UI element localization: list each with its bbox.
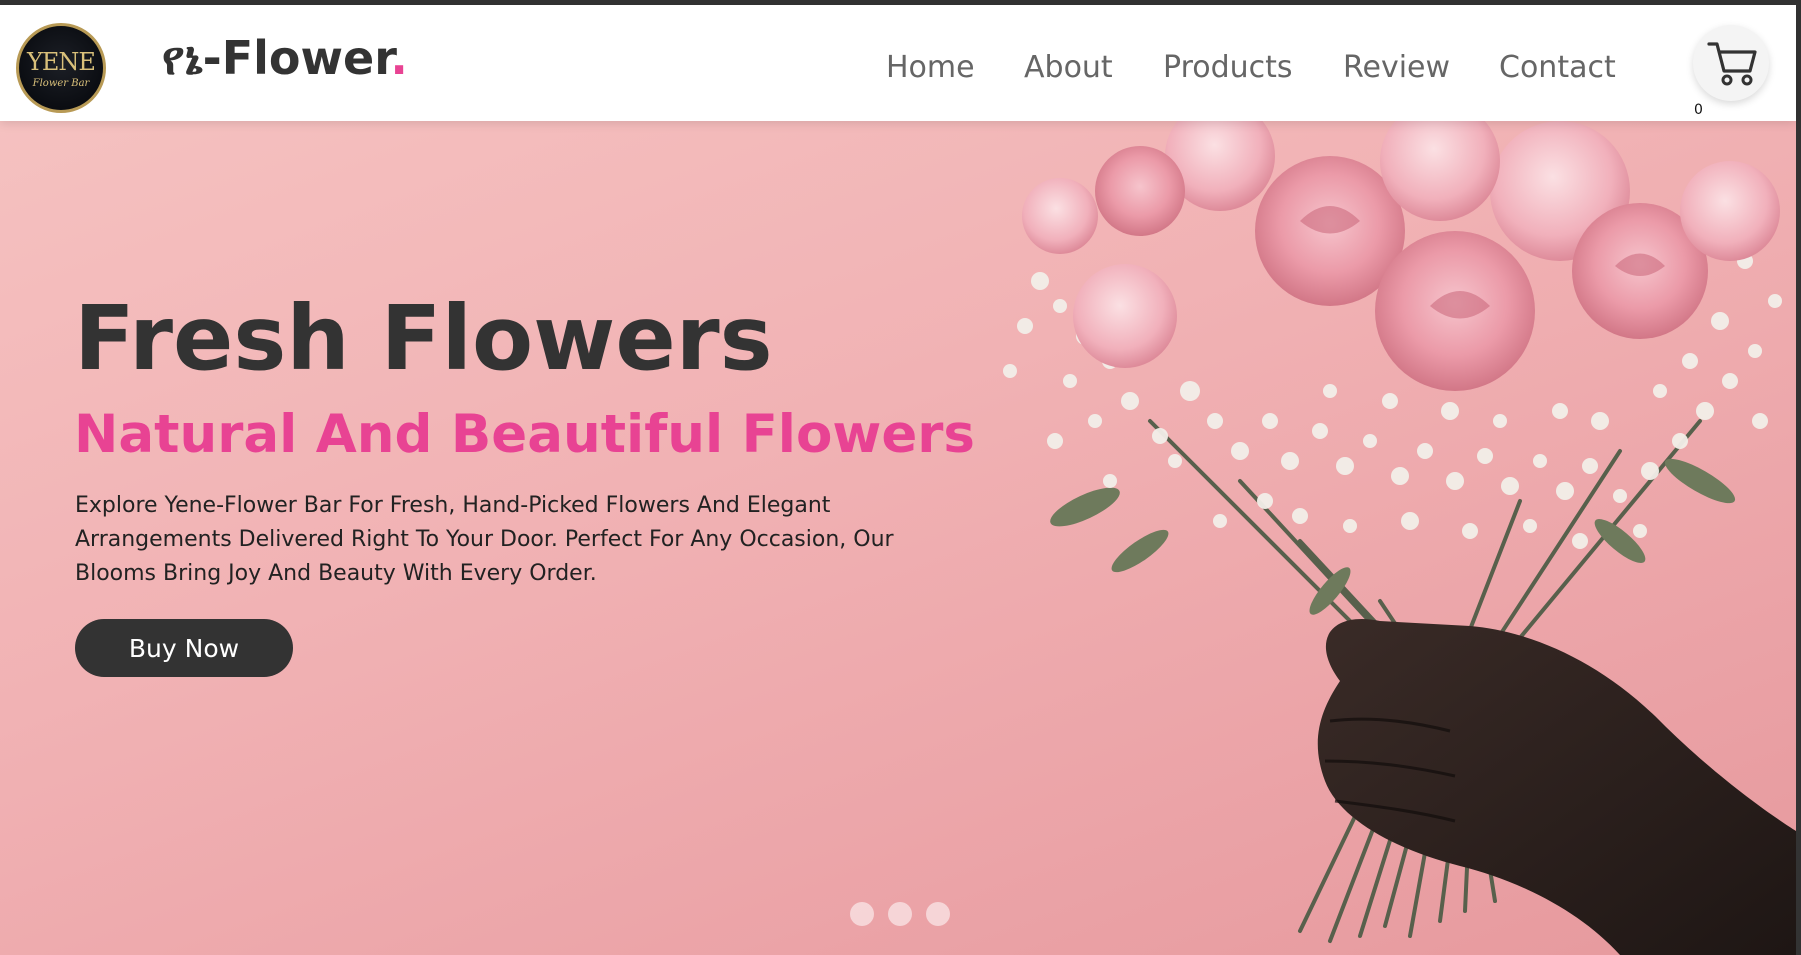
page: YENE Flower Bar የኔ-Flower. Home About Pr… <box>0 0 1801 955</box>
slider-dot-2[interactable] <box>888 902 912 926</box>
hero-subtitle: Natural And Beautiful Flowers <box>74 404 975 465</box>
shopping-cart-icon <box>1707 42 1757 86</box>
site-header: YENE Flower Bar የኔ-Flower. Home About Pr… <box>0 5 1796 121</box>
hero-banner: Fresh Flowers Natural And Beautiful Flow… <box>0 121 1796 955</box>
logo-sub-text: Flower Bar <box>32 78 90 89</box>
buy-now-button[interactable]: Buy Now <box>75 619 293 677</box>
logo-badge[interactable]: YENE Flower Bar <box>16 23 106 113</box>
nav-contact[interactable]: Contact <box>1499 48 1616 88</box>
nav-home[interactable]: Home <box>886 48 975 88</box>
nav-products[interactable]: Products <box>1163 48 1293 88</box>
slider-dot-1[interactable] <box>850 902 874 926</box>
window-edge <box>1796 0 1801 955</box>
brand-dot: . <box>390 31 408 85</box>
hero-title: Fresh Flowers <box>74 286 773 390</box>
slider-dot-3[interactable] <box>926 902 950 926</box>
nav-review[interactable]: Review <box>1343 48 1450 88</box>
nav-about[interactable]: About <box>1024 48 1113 88</box>
brand-name: የኔ-Flower <box>162 31 391 85</box>
hero-description: Explore Yene-Flower Bar For Fresh, Hand-… <box>75 493 894 586</box>
logo-main-text: YENE <box>27 48 96 76</box>
brand-logo[interactable]: የኔ-Flower. <box>162 35 408 81</box>
cart-count: 0 <box>1694 102 1703 118</box>
cart-button[interactable] <box>1693 25 1769 101</box>
